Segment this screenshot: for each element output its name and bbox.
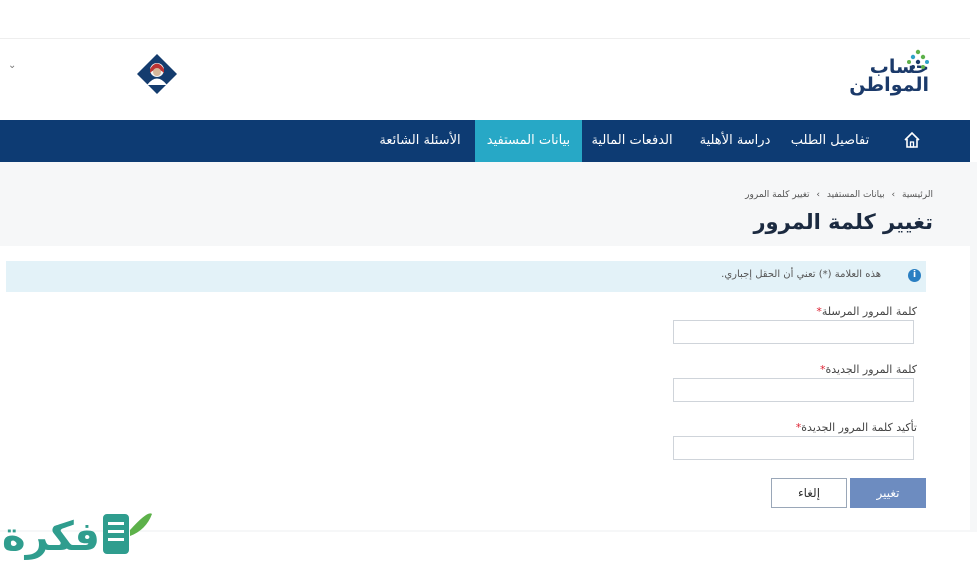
brand-dots-icon: [907, 49, 929, 69]
info-icon: i: [908, 269, 921, 282]
field-label-text: كلمة المرور الجديدة: [825, 363, 917, 376]
confirm-password-input[interactable]: [673, 436, 914, 460]
sent-password-label: كلمة المرور المرسلة*: [813, 305, 917, 318]
fikra-watermark-logo: فكرة: [2, 513, 152, 560]
change-button[interactable]: تغيير: [850, 478, 926, 508]
language-dropdown-chevron-icon[interactable]: ⌄: [8, 60, 16, 71]
breadcrumb-home[interactable]: الرئيسية: [902, 190, 933, 200]
breadcrumb-parent[interactable]: بيانات المستفيد: [827, 190, 885, 200]
nav-item-eligibility[interactable]: دراسة الأهلية: [690, 120, 780, 162]
new-password-label: كلمة المرور الجديدة*: [817, 363, 917, 376]
brand-line2: المواطن: [849, 74, 929, 96]
page-title: تغيير كلمة المرور: [753, 210, 933, 234]
crown-prince-portrait-icon: [137, 54, 177, 94]
breadcrumb-current: تغيير كلمة المرور: [745, 190, 810, 200]
nav-item-beneficiary-data[interactable]: بيانات المستفيد: [475, 120, 582, 162]
new-password-input[interactable]: [673, 378, 914, 402]
nav-item-faq[interactable]: الأسئلة الشائعة: [370, 120, 470, 162]
nav-item-payments[interactable]: الدفعات المالية: [584, 120, 680, 162]
cancel-button[interactable]: إلغاء: [771, 478, 847, 508]
sent-password-input[interactable]: [673, 320, 914, 344]
breadcrumb-separator: ›: [891, 190, 896, 200]
breadcrumb: الرئيسية › بيانات المستفيد › تغيير كلمة …: [745, 190, 933, 200]
field-label-text: كلمة المرور المرسلة: [821, 305, 917, 318]
breadcrumb-separator: ›: [816, 190, 821, 200]
watermark-text: فكرة: [2, 514, 100, 560]
field-label-text: تأكيد كلمة المرور الجديدة: [801, 421, 917, 434]
confirm-password-label: تأكيد كلمة المرور الجديدة*: [793, 421, 917, 434]
home-icon[interactable]: [903, 131, 921, 149]
main-nav: تفاصيل الطلب دراسة الأهلية الدفعات المال…: [0, 120, 970, 162]
info-text: هذه العلامة (*) تعني أن الحقل إجباري.: [721, 269, 881, 280]
nav-item-request-details[interactable]: تفاصيل الطلب: [790, 120, 870, 162]
